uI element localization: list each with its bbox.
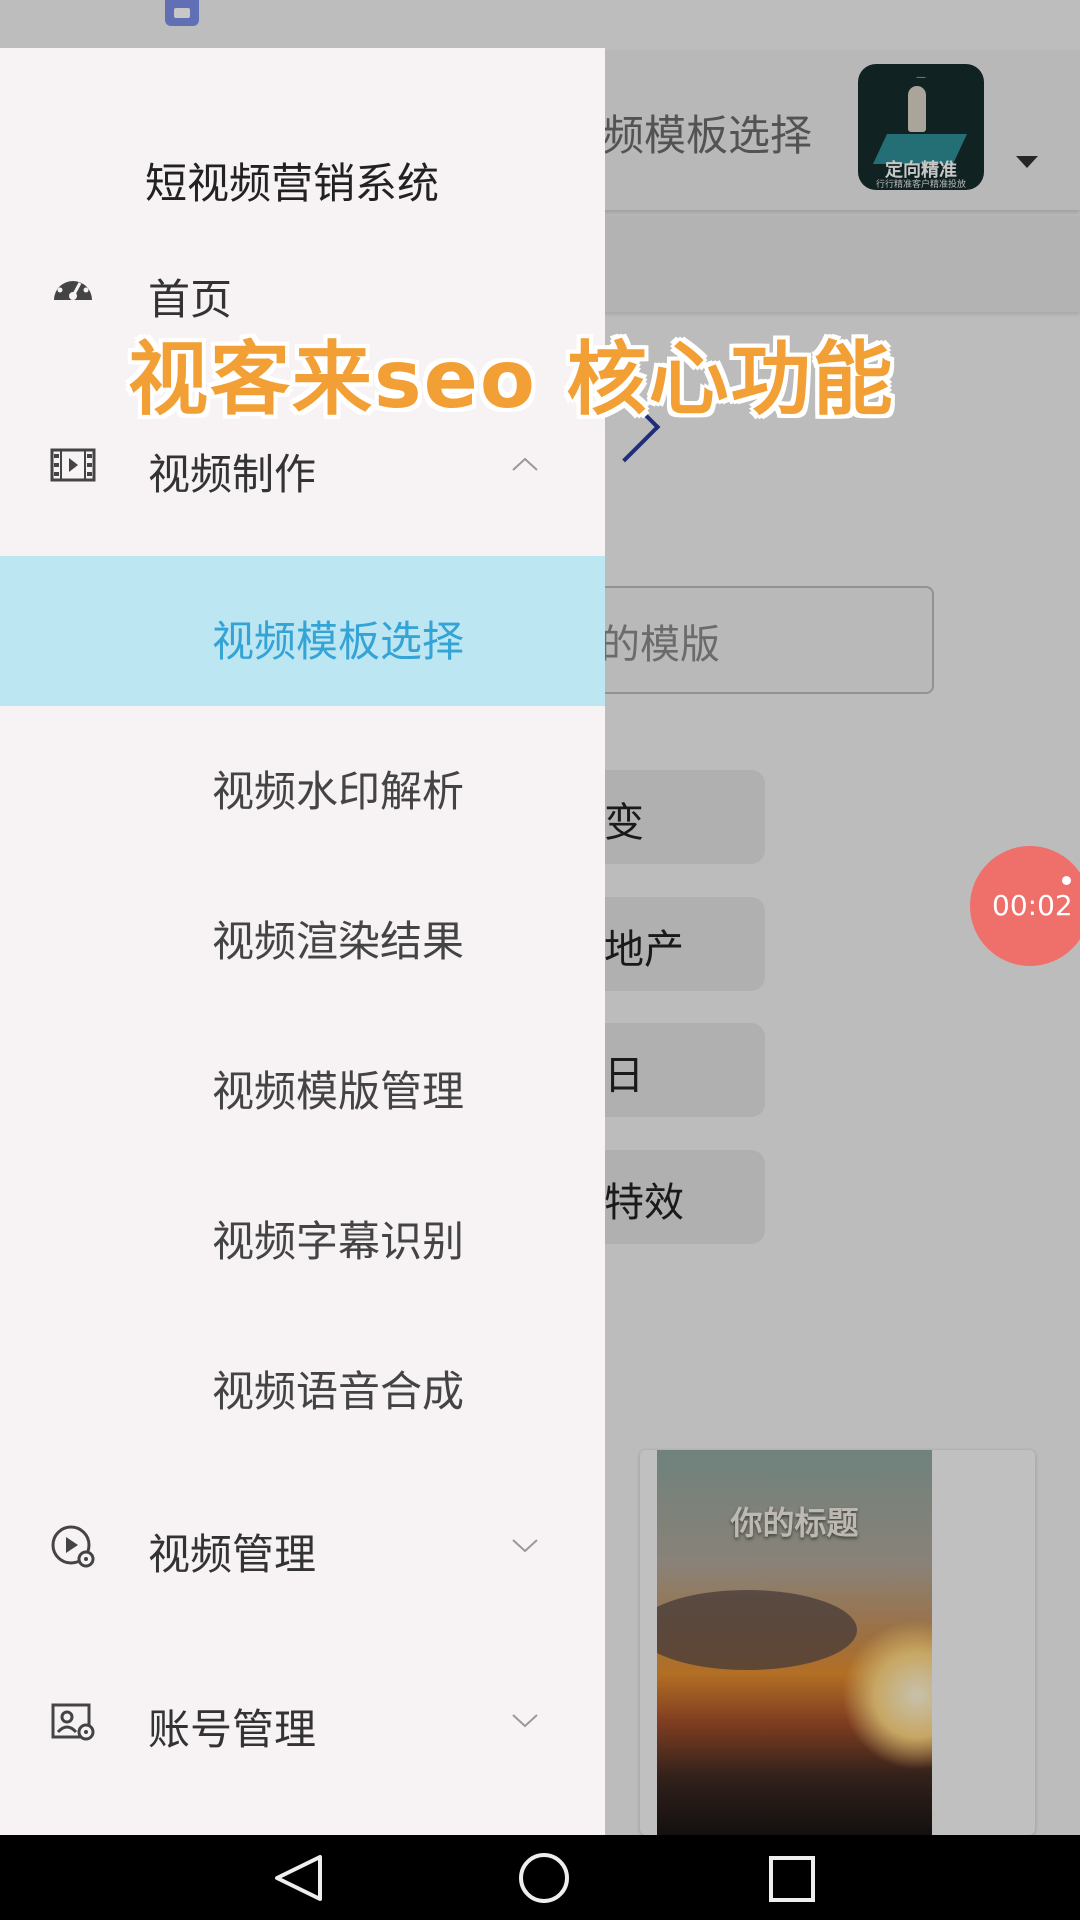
menu-label-video-production: 视频制作 bbox=[148, 450, 317, 499]
menu-item-account-management[interactable]: 账号管理 bbox=[0, 1660, 605, 1780]
video-settings-icon bbox=[51, 1525, 95, 1568]
submenu-label: 视频模版管理 bbox=[212, 1067, 465, 1116]
menu-item-video-management[interactable]: 视频管理 bbox=[0, 1485, 605, 1605]
chevron-down-icon bbox=[512, 1714, 538, 1728]
promo-banner-text: 视客来seo 核心功能 bbox=[128, 333, 895, 426]
film-icon bbox=[50, 448, 96, 482]
submenu-label: 视频字幕识别 bbox=[212, 1217, 465, 1266]
account-card-icon bbox=[51, 1703, 95, 1741]
submenu-label: 视频水印解析 bbox=[212, 767, 465, 816]
submenu-item-watermark-parse[interactable]: 视频水印解析 bbox=[0, 706, 605, 856]
menu-label-video-management: 视频管理 bbox=[148, 1530, 317, 1579]
submenu-label: 视频渲染结果 bbox=[212, 917, 465, 966]
recording-timer-text: 00:02 bbox=[992, 889, 1073, 922]
submenu-label: 视频语音合成 bbox=[212, 1367, 465, 1416]
drawer-title: 短视频营销系统 bbox=[145, 159, 440, 208]
menu-label-account-management: 账号管理 bbox=[148, 1705, 317, 1754]
submenu-item-template-management[interactable]: 视频模版管理 bbox=[0, 1006, 605, 1156]
recents-icon[interactable] bbox=[731, 1835, 851, 1920]
submenu-item-template-select[interactable]: 视频模板选择 bbox=[0, 556, 605, 706]
submenu-label: 视频模板选择 bbox=[212, 617, 465, 666]
chevron-down-icon bbox=[512, 1539, 538, 1553]
back-icon[interactable] bbox=[237, 1835, 357, 1920]
chevron-up-icon bbox=[512, 457, 538, 471]
submenu-item-voice-synthesis[interactable]: 视频语音合成 bbox=[0, 1306, 605, 1456]
home-icon[interactable] bbox=[484, 1835, 604, 1920]
dashboard-icon bbox=[54, 273, 92, 300]
submenu-item-subtitle-recognition[interactable]: 视频字幕识别 bbox=[0, 1156, 605, 1306]
recording-dot-icon bbox=[1062, 876, 1071, 885]
submenu-item-render-results[interactable]: 视频渲染结果 bbox=[0, 856, 605, 1006]
system-navigation-bar bbox=[0, 1835, 1080, 1920]
